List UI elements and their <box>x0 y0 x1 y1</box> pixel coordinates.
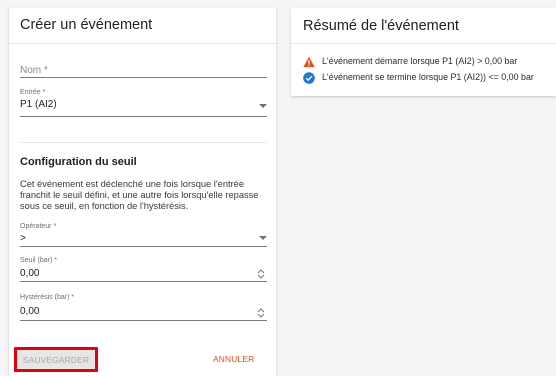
warning-icon <box>303 55 315 67</box>
save-button[interactable]: SAUVEGARDER <box>14 347 98 372</box>
threshold-input-label: Seuil (bar) * <box>20 257 57 264</box>
name-field-placeholder: Nom * <box>20 65 48 76</box>
chevron-down-icon <box>259 236 267 240</box>
summary-start-text: L'événement démarre lorsque P1 (AI2) > 0… <box>322 56 518 66</box>
threshold-input-underline <box>20 281 267 282</box>
hysteresis-input-label: Hystérésis (bar) * <box>20 294 75 301</box>
hysteresis-input-underline <box>20 320 267 321</box>
cancel-button[interactable]: ANNULER <box>213 354 254 364</box>
check-circle-icon <box>303 71 315 84</box>
chevron-down-icon <box>259 104 267 108</box>
operator-select-label: Opérateur * <box>20 223 57 230</box>
threshold-description: Cet événement est déclenché une fois lor… <box>20 179 259 211</box>
threshold-section-title: Configuration du seuil <box>20 156 137 168</box>
input-select-value: P1 (AI2) <box>20 99 57 110</box>
operator-select-underline <box>20 246 267 247</box>
threshold-input-value: 0,00 <box>20 268 40 279</box>
hysteresis-input-value: 0,00 <box>20 306 40 317</box>
name-field-underline <box>20 77 267 78</box>
summary-item-start: L'événement démarre lorsque P1 (AI2) > 0… <box>303 55 517 67</box>
input-select-label: Entrée * <box>20 89 46 96</box>
create-event-title: Créer un événement <box>20 17 153 33</box>
stepper-icon[interactable] <box>256 307 266 319</box>
section-divider <box>20 142 267 143</box>
input-select-underline <box>20 116 267 117</box>
title-divider <box>9 43 276 44</box>
event-summary-title: Résumé de l'événement <box>303 18 459 34</box>
summary-title-divider <box>291 43 556 44</box>
stepper-icon[interactable] <box>256 268 266 280</box>
operator-select-value: > <box>20 233 26 244</box>
summary-item-end: L'événement se termine lorsque P1 (AI2))… <box>303 71 534 84</box>
summary-end-text: L'événement se termine lorsque P1 (AI2))… <box>322 72 534 82</box>
